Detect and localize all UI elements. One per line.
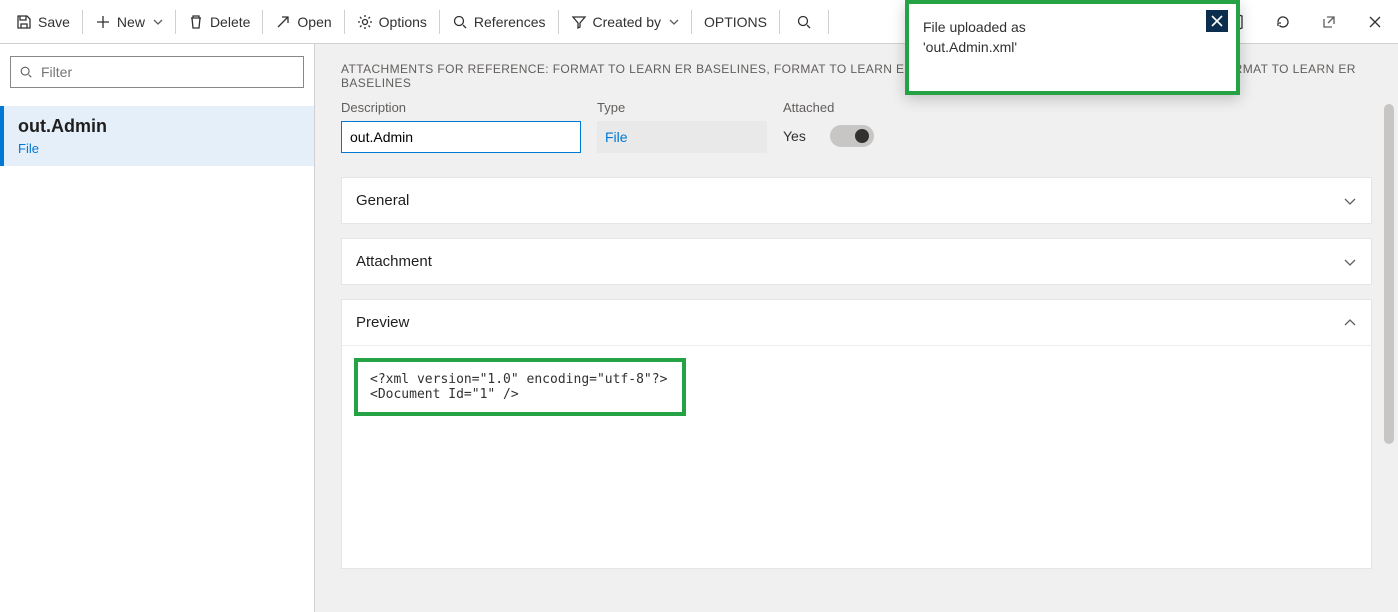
type-value[interactable]: File [597, 121, 767, 153]
new-button[interactable]: New [85, 0, 173, 43]
attached-label: Attached [783, 100, 874, 115]
toggle-knob [855, 129, 869, 143]
section-general: General [341, 177, 1372, 224]
toolbar-divider [779, 10, 780, 34]
chevron-up-icon [1343, 316, 1357, 330]
toolbar-divider [691, 10, 692, 34]
delete-label: Delete [210, 14, 250, 30]
toolbar-divider [262, 10, 263, 34]
created-by-button[interactable]: Created by [561, 0, 689, 43]
description-field: Description [341, 100, 581, 153]
toast-line2: 'out.Admin.xml' [923, 39, 1017, 55]
list-item-subtitle: File [18, 141, 300, 156]
new-label: New [117, 14, 145, 30]
trash-icon [188, 14, 204, 30]
toolbar-divider [82, 10, 83, 34]
filter-input[interactable] [39, 63, 295, 81]
toolbar-divider [558, 10, 559, 34]
description-input[interactable] [341, 121, 581, 153]
search-icon [19, 65, 33, 79]
filter-icon [571, 14, 587, 30]
close-button[interactable] [1352, 0, 1398, 44]
list-item[interactable]: out.Admin File [0, 106, 314, 166]
gear-icon [357, 14, 373, 30]
upload-toast: File uploaded as 'out.Admin.xml' [905, 0, 1240, 95]
description-label: Description [341, 100, 581, 115]
attached-value: Yes [783, 128, 806, 144]
popout-button[interactable] [1306, 0, 1352, 44]
options-caps-label: OPTIONS [704, 14, 767, 30]
toast-close-button[interactable] [1206, 10, 1228, 32]
sidebar: out.Admin File [0, 44, 315, 612]
search-button[interactable] [782, 0, 826, 43]
toolbar-divider [175, 10, 176, 34]
section-attachment: Attachment [341, 238, 1372, 285]
chevron-down-icon [153, 17, 163, 27]
popout-icon [1321, 14, 1337, 30]
search-icon [796, 14, 812, 30]
toolbar-divider [344, 10, 345, 34]
section-preview-title: Preview [356, 314, 409, 331]
toolbar-right [1214, 0, 1398, 44]
section-general-title: General [356, 192, 409, 209]
chevron-down-icon [1343, 255, 1357, 269]
section-preview-header[interactable]: Preview [342, 300, 1371, 345]
field-row: Description Type File Attached Yes [341, 100, 1372, 153]
main-panel: ATTACHMENTS FOR REFERENCE: FORMAT TO LEA… [315, 44, 1398, 612]
chevron-down-icon [669, 17, 679, 27]
sidebar-list: out.Admin File [0, 106, 314, 166]
open-label: Open [297, 14, 331, 30]
references-button[interactable]: References [442, 0, 556, 43]
attached-toggle[interactable] [830, 125, 874, 147]
plus-icon [95, 14, 111, 30]
scrollbar[interactable] [1384, 104, 1394, 444]
open-button[interactable]: Open [265, 0, 341, 43]
scrollbar-thumb[interactable] [1384, 104, 1394, 444]
search-icon [452, 14, 468, 30]
section-preview-body: <?xml version="1.0" encoding="utf-8"?> <… [342, 345, 1371, 428]
section-preview: Preview <?xml version="1.0" encoding="ut… [341, 299, 1372, 569]
section-general-header[interactable]: General [342, 178, 1371, 223]
options-caps-button[interactable]: OPTIONS [694, 0, 777, 43]
options-button[interactable]: Options [347, 0, 437, 43]
preview-code: <?xml version="1.0" encoding="utf-8"?> <… [354, 358, 686, 416]
section-attachment-title: Attachment [356, 253, 432, 270]
toolbar-divider [828, 10, 829, 34]
close-icon [1211, 15, 1223, 27]
save-button[interactable]: Save [6, 0, 80, 43]
save-icon [16, 14, 32, 30]
type-label: Type [597, 100, 767, 115]
attached-field: Attached Yes [783, 100, 874, 153]
section-attachment-header[interactable]: Attachment [342, 239, 1371, 284]
toolbar-divider [439, 10, 440, 34]
main-layout: out.Admin File ATTACHMENTS FOR REFERENCE… [0, 44, 1398, 612]
type-field: Type File [597, 100, 767, 153]
refresh-button[interactable] [1260, 0, 1306, 44]
close-icon [1367, 14, 1383, 30]
filter-box[interactable] [10, 56, 304, 88]
created-by-label: Created by [593, 14, 661, 30]
refresh-icon [1275, 14, 1291, 30]
save-label: Save [38, 14, 70, 30]
toast-content: File uploaded as 'out.Admin.xml' [909, 4, 1236, 91]
options-label: Options [379, 14, 427, 30]
references-label: References [474, 14, 546, 30]
list-item-title: out.Admin [18, 116, 300, 137]
chevron-down-icon [1343, 194, 1357, 208]
open-arrow-icon [275, 14, 291, 30]
toast-line1: File uploaded as [923, 19, 1026, 35]
delete-button[interactable]: Delete [178, 0, 260, 43]
